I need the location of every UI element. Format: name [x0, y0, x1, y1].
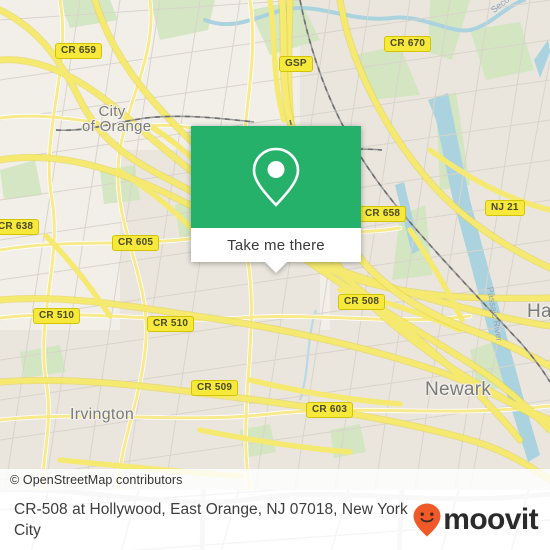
openstreetmap-attribution[interactable]: © OpenStreetMap contributors	[0, 473, 183, 487]
popup-header	[191, 126, 361, 228]
route-shield-cr-605[interactable]: CR 605	[112, 235, 160, 251]
footer-content: CR-508 at Hollywood, East Orange, NJ 070…	[0, 490, 550, 550]
route-shield-cr-658[interactable]: CR 658	[359, 206, 407, 222]
moovit-smiley-pin-icon	[413, 503, 441, 537]
map-pin-icon	[252, 147, 300, 207]
location-title: CR-508 at Hollywood, East Orange, NJ 070…	[14, 501, 408, 539]
route-shield-cr-510-east[interactable]: CR 510	[147, 316, 195, 332]
moovit-brand[interactable]: moovit	[412, 502, 539, 538]
page-footer: CR-508 at Hollywood, East Orange, NJ 070…	[0, 490, 550, 550]
map-canvas[interactable]: City of Orange Irvington Newark Har Seco…	[0, 0, 550, 490]
route-shield-nj-21[interactable]: NJ 21	[485, 200, 525, 216]
route-shield-cr-510-west[interactable]: CR 510	[33, 308, 81, 324]
map-attribution-bar: © OpenStreetMap contributors	[0, 469, 550, 490]
route-shield-cr-603[interactable]: CR 603	[306, 402, 354, 418]
route-shield-cr-659[interactable]: CR 659	[55, 43, 103, 59]
moovit-wordmark: moovit	[443, 503, 538, 536]
route-shield-cr-670[interactable]: CR 670	[384, 36, 432, 52]
map-popup-card[interactable]: Take me there	[191, 126, 361, 273]
route-shield-gsp[interactable]: GSP	[279, 56, 313, 72]
popup-action-bar[interactable]: Take me there	[191, 228, 361, 262]
route-shield-cr-509[interactable]: CR 509	[191, 380, 239, 396]
take-me-there-label: Take me there	[227, 236, 325, 254]
route-shield-cr-638[interactable]: CR 638	[0, 219, 40, 235]
popup-tail-pointer	[265, 262, 287, 273]
moovit-map-page: City of Orange Irvington Newark Har Seco…	[0, 0, 550, 550]
route-shield-cr-508[interactable]: CR 508	[338, 294, 386, 310]
